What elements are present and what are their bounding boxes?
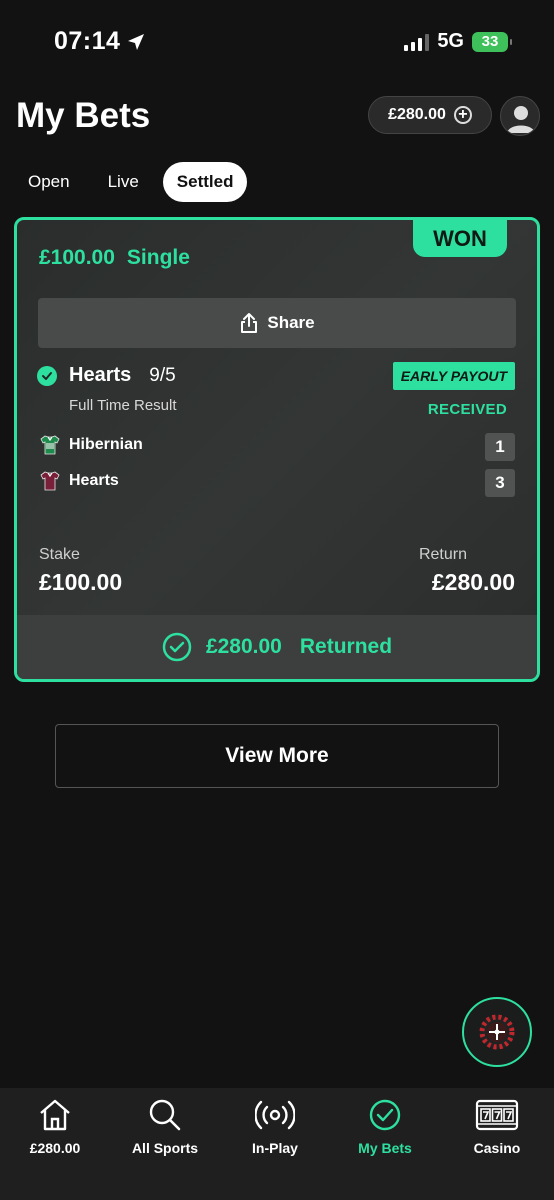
avatar[interactable] — [500, 96, 540, 136]
nav-home[interactable]: £280.00 — [0, 1098, 110, 1156]
returned-label: Returned — [299, 635, 393, 658]
bet-tabs: Open Live Settled — [14, 162, 248, 202]
score-away: 3 — [485, 469, 515, 497]
bet-header: £100.00 Single — [39, 246, 190, 270]
location-arrow-icon — [128, 33, 145, 50]
check-circle-icon — [369, 1099, 401, 1131]
score-home: 1 — [485, 433, 515, 461]
check-circle-icon — [162, 632, 192, 662]
market-name: Full Time Result — [69, 397, 177, 414]
nav-all-sports-label: All Sports — [131, 1140, 199, 1156]
nav-casino-label: Casino — [473, 1140, 521, 1156]
stake-label: Stake — [39, 546, 80, 563]
received-label: RECEIVED — [427, 401, 507, 418]
plus-circle-icon: + — [453, 106, 472, 124]
home-icon — [40, 1099, 70, 1131]
returned-amount: £280.00 — [205, 635, 282, 658]
stake-value: £100.00 — [39, 569, 123, 595]
team-name: Hearts — [69, 472, 119, 489]
selection-row: Hearts 9/5 — [37, 364, 176, 387]
share-label: Share — [267, 313, 315, 332]
share-icon — [241, 313, 258, 333]
tab-open[interactable]: Open — [14, 162, 84, 202]
bet-stake-heading: £100.00 — [39, 246, 115, 269]
nav-in-play-label: In-Play — [252, 1140, 298, 1156]
view-more-button[interactable]: View More — [55, 724, 499, 788]
status-right: 5G 33 — [404, 30, 512, 53]
search-icon — [149, 1099, 181, 1131]
slot-machine-icon — [475, 1099, 519, 1131]
balance-button[interactable]: £280.00 + — [368, 96, 492, 134]
network-type: 5G — [437, 30, 464, 52]
nav-my-bets-label: My Bets — [358, 1140, 412, 1156]
broadcast-icon — [255, 1100, 295, 1130]
won-badge: WON — [413, 220, 507, 257]
nav-casino[interactable]: Casino — [440, 1098, 554, 1156]
status-time: 07:14 — [54, 27, 121, 55]
selection-name: Hearts — [69, 364, 132, 386]
bottom-nav: £280.00 All Sports In-Play My Bets Casin… — [0, 1088, 554, 1200]
share-button[interactable]: Share — [38, 298, 516, 348]
bet-card[interactable]: WON £100.00 Single Share Hearts 9/5 Full… — [14, 217, 540, 682]
check-icon — [37, 365, 57, 386]
status-bar: 07:14 5G 33 — [0, 0, 554, 84]
user-icon — [507, 106, 535, 133]
return-value: £280.00 — [431, 569, 515, 595]
roulette-fab-button[interactable] — [462, 997, 532, 1067]
team-row-away: Hearts — [39, 470, 119, 492]
balance-value: £280.00 — [388, 106, 446, 123]
team-row-home: Hibernian — [39, 434, 143, 456]
early-payout-badge: EARLY PAYOUT — [392, 362, 515, 390]
tab-live[interactable]: Live — [94, 162, 153, 202]
nav-all-sports[interactable]: All Sports — [110, 1098, 220, 1156]
tab-settled[interactable]: Settled — [162, 162, 248, 202]
team-name: Hibernian — [69, 436, 143, 453]
nav-home-label: £280.00 — [29, 1140, 81, 1156]
nav-in-play[interactable]: In-Play — [220, 1098, 330, 1156]
page-title: My Bets — [16, 96, 151, 135]
battery-icon: 33 — [472, 31, 512, 52]
bet-type: Single — [126, 246, 190, 269]
selection-odds: 9/5 — [149, 364, 176, 386]
roulette-icon — [479, 1014, 515, 1050]
nav-my-bets[interactable]: My Bets — [330, 1098, 440, 1156]
hearts-shirt-icon — [40, 471, 60, 491]
signal-icon — [404, 33, 430, 51]
status-time-group: 07:14 — [54, 27, 146, 56]
return-label: Return — [418, 546, 467, 563]
returned-bar: £280.00 Returned — [17, 615, 537, 679]
battery-level: 33 — [481, 33, 499, 50]
hibernian-shirt-icon — [40, 435, 60, 455]
